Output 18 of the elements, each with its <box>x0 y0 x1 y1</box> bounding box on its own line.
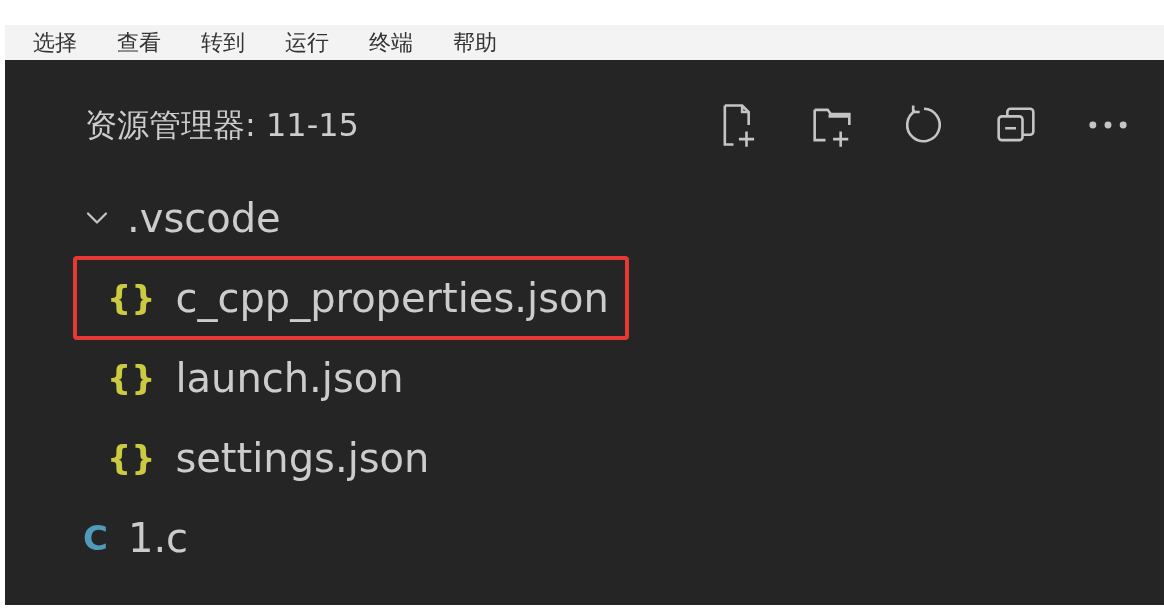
menu-item[interactable]: 帮助 <box>453 26 497 59</box>
folder-label: .vscode <box>127 194 281 243</box>
folder-row[interactable]: .vscode <box>5 178 1164 258</box>
menu-item[interactable]: 选择 <box>33 26 77 59</box>
file-label: c_cpp_properties.json <box>175 274 609 324</box>
file-label: launch.json <box>175 354 404 403</box>
file-label: settings.json <box>175 434 430 483</box>
menu-item[interactable]: 终端 <box>369 26 413 59</box>
menu-item[interactable]: 转到 <box>201 26 245 59</box>
file-label: 1.c <box>127 514 189 563</box>
file-row[interactable]: {} c_cpp_properties.json <box>73 256 629 340</box>
menu-item[interactable]: 查看 <box>117 26 161 59</box>
file-type-icon: {} <box>107 272 156 324</box>
menu-item[interactable]: 运行 <box>285 26 329 59</box>
file-type-icon: {} <box>107 352 156 404</box>
file-type-icon: {} <box>107 432 156 484</box>
file-type-icon: C <box>83 512 108 564</box>
explorer-title: 资源管理器: 11-15 <box>85 105 359 146</box>
